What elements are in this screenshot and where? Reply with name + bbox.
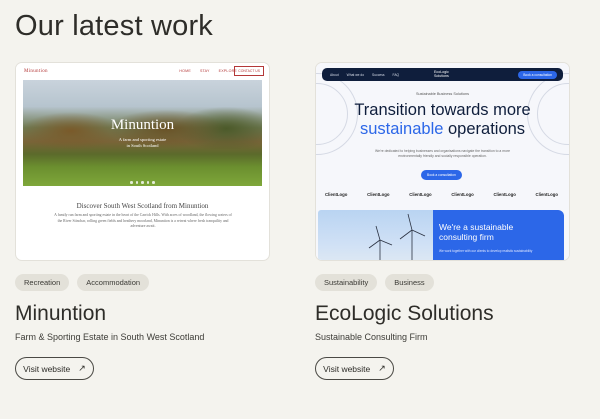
- thumb-logo-line2: Solutions: [434, 73, 449, 78]
- thumb-carousel-dots: [23, 181, 262, 184]
- project-card-minuntion: Minuntion HOME STAY EXPLORE CONTACT US M…: [15, 62, 270, 380]
- thumb-hero-subtitle-line1: A farm and sporting estate: [118, 137, 167, 142]
- client-logo: ClientLogo: [367, 192, 390, 197]
- thumb-headline-highlight: sustainable: [359, 120, 444, 138]
- arrow-up-right-icon: ↗: [378, 363, 386, 373]
- thumb-discover-heading: Discover South West Scotland from Minunt…: [76, 202, 209, 210]
- tag-accommodation: Accommodation: [77, 274, 150, 291]
- visit-website-button[interactable]: Visit website ↗: [15, 357, 94, 380]
- visit-website-label: Visit website: [23, 363, 71, 374]
- tag-business: Business: [385, 274, 434, 291]
- thumb-nav-stay: STAY: [199, 69, 210, 73]
- page-title: Our latest work: [15, 10, 213, 42]
- thumb-nav-links: HOME STAY EXPLORE: [179, 69, 237, 73]
- thumb-nav-cta: Book a consultation: [518, 71, 557, 79]
- thumb-nav-home: HOME: [179, 69, 191, 73]
- thumb-panel-title-line2: consulting firm: [439, 232, 494, 242]
- thumb-headline-rest: operations: [443, 120, 526, 138]
- wind-turbine-icon: [368, 213, 426, 260]
- project-subtitle: Sustainable Consulting Firm: [315, 332, 428, 342]
- thumb-headline: Transition towards more sustainable oper…: [316, 101, 569, 139]
- project-thumbnail-ecologic[interactable]: About What we do Success FAQ EcoLogic So…: [315, 62, 570, 261]
- thumb-hero-subtitle-line2: in South Scotland: [126, 143, 159, 148]
- thumb-nav-links: About What we do Success FAQ: [330, 73, 399, 77]
- project-subtitle: Farm & Sporting Estate in South West Sco…: [15, 332, 205, 342]
- project-card-ecologic: About What we do Success FAQ EcoLogic So…: [315, 62, 570, 380]
- thumb-lead-text: We're dedicated to helping businesses an…: [375, 149, 510, 158]
- thumb-navbar: Minuntion HOME STAY EXPLORE CONTACT US: [16, 63, 269, 80]
- visit-website-label: Visit website: [323, 363, 371, 374]
- client-logo: ClientLogo: [409, 192, 432, 197]
- client-logo: ClientLogo: [325, 192, 348, 197]
- project-tags: Sustainability Business: [315, 274, 434, 291]
- thumb-hero-image: Minuntion A farm and sporting estate in …: [23, 80, 262, 186]
- project-tags: Recreation Accommodation: [15, 274, 150, 291]
- project-thumbnail-minuntion[interactable]: Minuntion HOME STAY EXPLORE CONTACT US M…: [15, 62, 270, 261]
- thumb-body-text: A family run farm and sporting estate in…: [54, 213, 232, 228]
- thumb-eyebrow: Sustainable Business Solutions: [416, 92, 469, 96]
- thumb-cta-button: Book a consultation: [421, 170, 462, 180]
- thumb-panel-title: We're a sustainable consulting firm: [439, 222, 513, 242]
- thumb-headline-line1: Transition towards more: [354, 101, 531, 119]
- thumb-wind-turbine-image: [318, 210, 433, 260]
- client-logo: ClientLogo: [493, 192, 516, 197]
- thumb-panel-title-line1: We're a sustainable: [439, 222, 514, 232]
- thumb-client-logos: ClientLogo ClientLogo ClientLogo ClientL…: [325, 192, 558, 197]
- thumb-hero-subtitle: A farm and sporting estate in South Scot…: [23, 137, 262, 149]
- project-title: Minuntion: [15, 302, 107, 325]
- project-title: EcoLogic Solutions: [315, 302, 494, 325]
- thumb-panel-text: We work together with our clients to dev…: [439, 249, 533, 253]
- thumb-nav-what-we-do: What we do: [346, 72, 365, 77]
- visit-website-button[interactable]: Visit website ↗: [315, 357, 394, 380]
- thumb-hero-title: Minuntion: [110, 117, 175, 133]
- client-logo: ClientLogo: [535, 192, 558, 197]
- thumb-logo: EcoLogic Solutions: [434, 70, 449, 78]
- thumb-contact-button: CONTACT US: [234, 66, 264, 76]
- thumb-feature-panel: We're a sustainable consulting firm We w…: [433, 210, 564, 260]
- thumb-navbar: About What we do Success FAQ EcoLogic So…: [322, 68, 563, 81]
- tag-recreation: Recreation: [15, 274, 70, 291]
- thumb-nav-faq: FAQ: [392, 72, 400, 77]
- tag-sustainability: Sustainability: [315, 274, 378, 291]
- arrow-up-right-icon: ↗: [78, 363, 86, 373]
- thumb-logo: Minuntion: [24, 69, 48, 74]
- thumb-nav-success: Success: [372, 72, 385, 77]
- thumb-nav-about: About: [330, 72, 339, 77]
- client-logo: ClientLogo: [451, 192, 474, 197]
